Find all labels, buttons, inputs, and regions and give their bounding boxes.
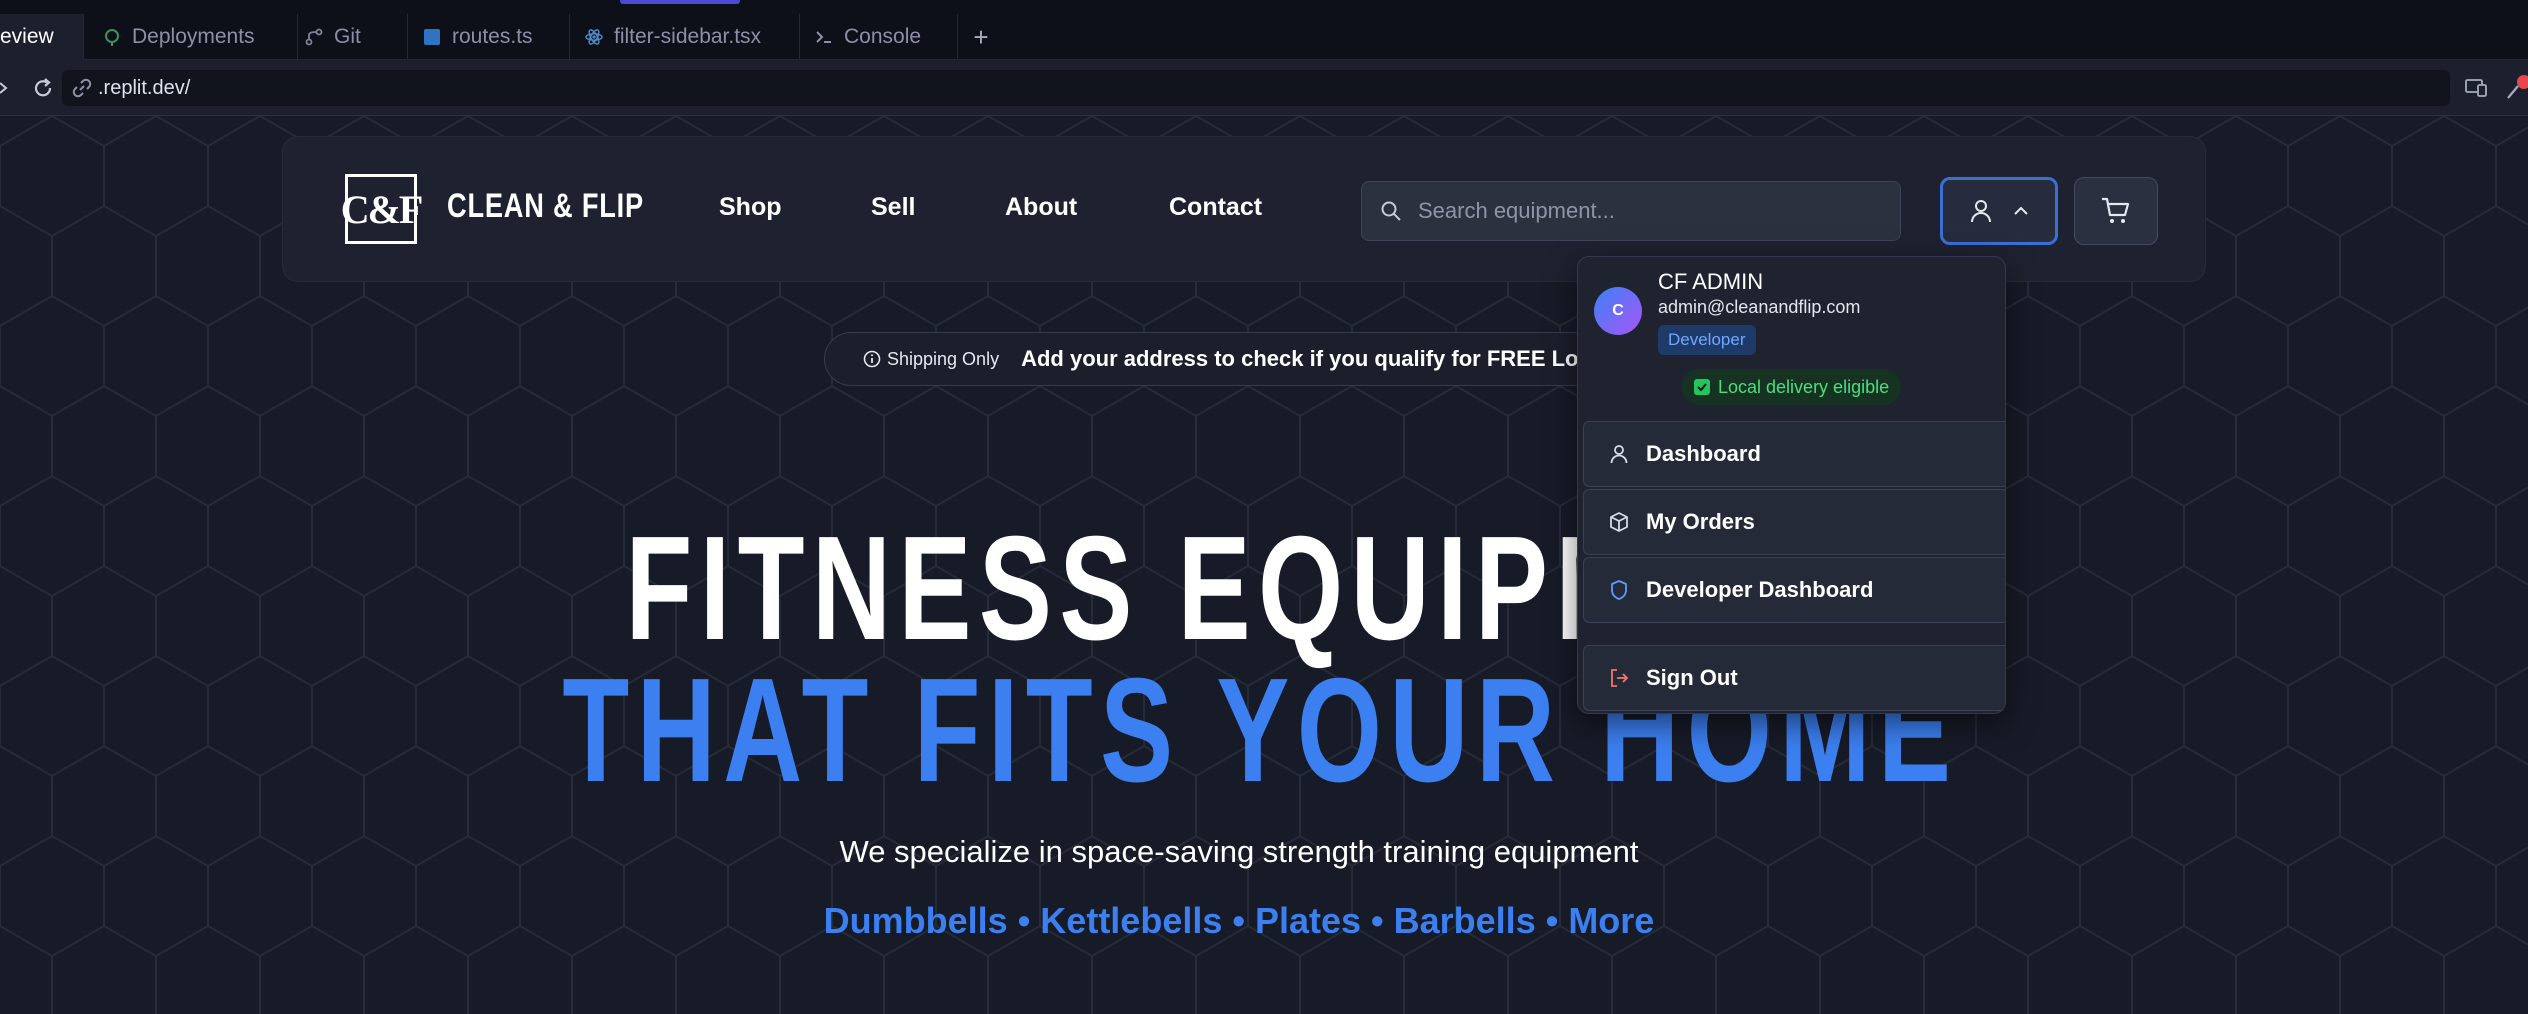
tab-filter-sidebar[interactable]: filter-sidebar.tsx [570, 14, 800, 60]
preview-url-bar: .replit.dev/ [0, 60, 2528, 116]
react-file-icon [584, 27, 604, 47]
active-indicator [620, 0, 740, 4]
menu-item-label: Sign Out [1646, 665, 1738, 690]
tab-label: filter-sidebar.tsx [614, 25, 762, 48]
menu-item-sign-out[interactable]: Sign Out [1583, 645, 2005, 711]
nav-shop[interactable]: Shop [719, 193, 782, 222]
menu-item-dashboard[interactable]: Dashboard [1583, 421, 2005, 487]
hero-subtitle: We specialize in space-saving strength t… [839, 834, 1639, 869]
tab-label: routes.ts [452, 25, 533, 48]
tab-label: Console [844, 25, 922, 48]
package-icon [1608, 511, 1630, 533]
tab-label: Git [334, 25, 361, 48]
search-icon [1380, 200, 1402, 222]
ide-tab-bar: eview Deployments Git routes.ts filter-s… [0, 0, 2528, 60]
user-icon [1608, 443, 1630, 465]
nav-sell[interactable]: Sell [871, 193, 915, 222]
user-name: CF ADMIN [1658, 269, 1764, 294]
url-field[interactable]: .replit.dev/ [62, 70, 2450, 106]
devices-icon[interactable] [2464, 76, 2488, 100]
tab-git[interactable]: Git [298, 14, 408, 60]
user-dropdown-menu: C CF ADMIN admin@cleanandflip.com Develo… [1577, 256, 2006, 714]
sign-out-icon [1608, 667, 1630, 689]
search-placeholder: Search equipment... [1418, 198, 1615, 223]
typescript-file-icon [422, 27, 442, 47]
menu-item-developer-dashboard[interactable]: Developer Dashboard [1583, 557, 2005, 623]
shield-icon [1608, 579, 1630, 601]
tab-label: eview [0, 25, 54, 48]
devtools-icon[interactable] [2504, 74, 2528, 102]
nav-about[interactable]: About [1005, 193, 1077, 222]
shipping-only-badge: Shipping Only [863, 349, 999, 370]
avatar: C [1594, 287, 1642, 335]
nav-contact[interactable]: Contact [1169, 193, 1262, 222]
role-badge: Developer [1658, 325, 1756, 355]
tab-deployments[interactable]: Deployments [84, 14, 298, 60]
tab-label: Deployments [132, 25, 255, 48]
new-tab-button[interactable]: + [958, 14, 1004, 60]
avatar-initial: C [1612, 302, 1624, 319]
menu-item-label: Dashboard [1646, 441, 1761, 466]
back-arrow-icon[interactable] [0, 76, 14, 100]
search-input[interactable]: Search equipment... [1361, 181, 1901, 241]
site-preview: C&F CLEAN & FLIP Shop Sell About Contact… [0, 116, 2528, 1014]
user-icon [1968, 198, 1994, 224]
cart-icon [2100, 195, 2132, 227]
info-icon [863, 350, 881, 368]
check-icon [1694, 379, 1710, 395]
chevron-up-icon [2012, 202, 2030, 220]
tab-console[interactable]: Console [800, 14, 958, 60]
brand-name[interactable]: CLEAN & FLIP [447, 187, 644, 226]
git-icon [304, 27, 324, 47]
deployments-icon [102, 27, 122, 47]
eligible-label: Local delivery eligible [1718, 376, 1890, 397]
tab-routes-ts[interactable]: routes.ts [408, 14, 570, 60]
plus-icon: + [973, 21, 989, 52]
menu-item-label: Developer Dashboard [1646, 577, 1874, 602]
delivery-eligible-badge: Local delivery eligible [1682, 369, 1902, 405]
reload-icon[interactable] [30, 75, 56, 101]
user-menu-button[interactable] [1940, 177, 2058, 245]
cart-button[interactable] [2074, 177, 2158, 245]
hero-categories: Dumbbells • Kettlebells • Plates • Barbe… [823, 900, 1655, 941]
menu-item-my-orders[interactable]: My Orders [1583, 489, 2005, 555]
user-email: admin@cleanandflip.com [1658, 297, 1861, 317]
logo-text: C&F [340, 186, 424, 232]
link-icon [72, 78, 92, 98]
shipping-only-label: Shipping Only [887, 348, 1000, 369]
url-text: .replit.dev/ [98, 76, 191, 99]
terminal-icon [814, 27, 834, 47]
brand-logo[interactable]: C&F [341, 174, 423, 244]
menu-item-label: My Orders [1646, 509, 1755, 534]
tab-preview[interactable]: eview [0, 14, 84, 60]
